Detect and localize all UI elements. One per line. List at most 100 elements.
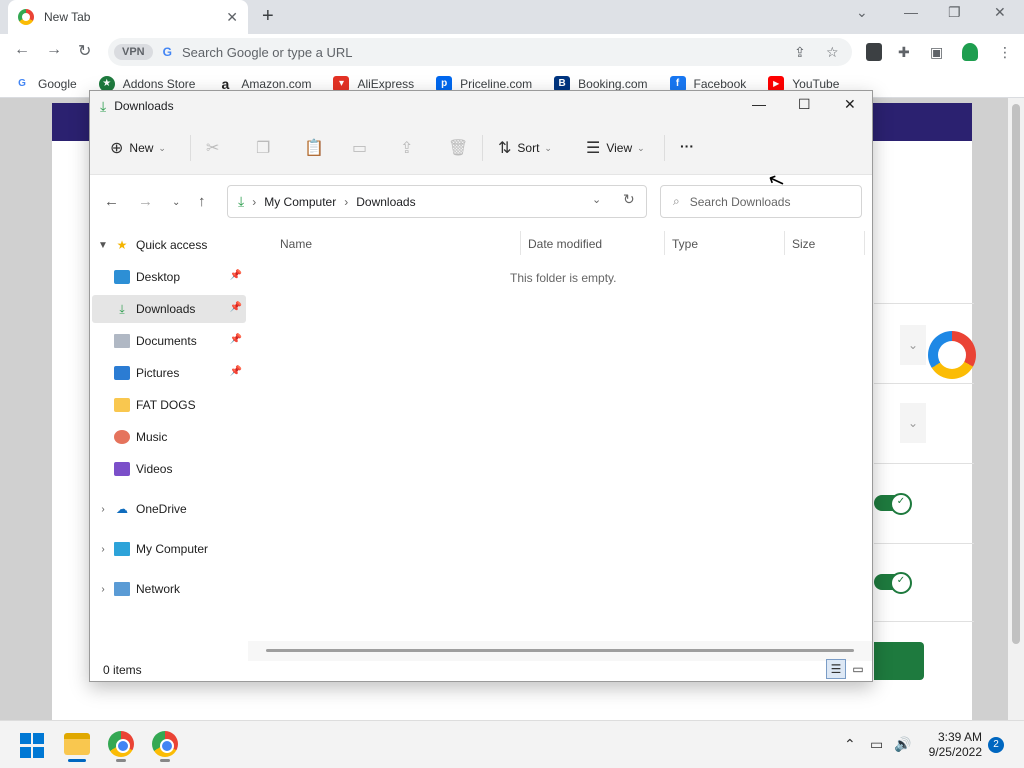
chevron-down-icon[interactable]: ⌄	[900, 325, 926, 365]
up-arrow-icon[interactable]: ↑	[198, 193, 206, 210]
forward-arrow-icon[interactable]: →	[46, 41, 62, 59]
vpn-badge[interactable]: VPN	[114, 44, 153, 60]
nav-music[interactable]: Music	[92, 423, 246, 451]
nav-desktop[interactable]: Desktop 📌	[92, 263, 246, 291]
recent-locations-chevron-icon[interactable]: ⌄	[172, 197, 180, 208]
star-icon: ★	[116, 238, 128, 252]
nav-documents[interactable]: Documents 📌	[92, 327, 246, 355]
search-input[interactable]: ⌕ Search Downloads	[660, 185, 862, 218]
bookmark-label: Addons Store	[122, 76, 196, 91]
new-tab-button[interactable]: +	[262, 5, 274, 28]
chevron-right-icon[interactable]: ›	[92, 504, 114, 515]
command-bar: ⊕ New ⌄ ✂ ❐ 📋 ▭ ⇪ 🗑 ⇅ Sort ⌄ ☰ View ⌄ ··…	[90, 121, 872, 175]
tab-strip: New Tab ✕ + ⌄ — ❐ ✕	[0, 0, 1024, 34]
chevron-up-icon[interactable]: ⌃	[844, 736, 856, 753]
new-button[interactable]: ⊕ New ⌄	[110, 138, 166, 158]
delete-button[interactable]: 🗑	[448, 138, 474, 158]
nav-my-computer[interactable]: › My Computer	[92, 535, 246, 563]
volume-icon[interactable]: 🔊	[894, 736, 911, 753]
minimize-icon[interactable]: —	[904, 4, 918, 20]
nav-fat-dogs[interactable]: FAT DOGS	[92, 391, 246, 419]
chevron-down-icon: ⌄	[544, 142, 552, 153]
menu-dots-icon[interactable]: ⋮	[998, 44, 1012, 61]
close-icon[interactable]: ✕	[844, 96, 856, 113]
notification-badge[interactable]: 2	[988, 737, 1004, 753]
navigation-pane: ▼ ★ Quick access Desktop 📌 ⤓ Downloads 📌…	[90, 231, 246, 641]
item-count: 0 items	[103, 663, 142, 677]
nav-onedrive[interactable]: › ☁ OneDrive	[92, 495, 246, 523]
start-button[interactable]	[20, 733, 46, 759]
sort-button[interactable]: ⇅ Sort ⌄	[498, 138, 552, 158]
column-type[interactable]: Type	[672, 237, 698, 251]
chevron-down-icon[interactable]: ⌄	[900, 403, 926, 443]
star-icon[interactable]: ☆	[826, 44, 839, 61]
toggle-switch[interactable]	[874, 572, 912, 594]
tiles-view-icon[interactable]: ▭	[848, 659, 868, 679]
sidebar-icon[interactable]: ▣	[930, 44, 943, 61]
search-placeholder: Search Downloads	[689, 194, 791, 209]
view-button[interactable]: ☰ View ⌄	[586, 138, 645, 158]
restore-icon[interactable]: ❐	[948, 4, 961, 21]
browser-logo-icon	[18, 9, 34, 25]
chevron-down-icon[interactable]: ▼	[92, 240, 114, 251]
share-icon[interactable]: ⇪	[794, 44, 806, 61]
nav-quick-access[interactable]: ▼ ★ Quick access	[92, 231, 246, 259]
puzzle-icon[interactable]: ✚	[898, 44, 910, 61]
taskbar: ⌃ ▭ 🔊 3:39 AM 9/25/2022 2	[0, 720, 1024, 768]
security-shield-icon[interactable]	[962, 43, 978, 61]
bookmark-google[interactable]: G Google	[14, 75, 77, 92]
more-options-button[interactable]: ···	[680, 138, 694, 154]
breadcrumb-chevron-icon[interactable]: ›	[252, 195, 256, 209]
chrome-taskbar-icon[interactable]	[108, 731, 134, 757]
nav-downloads[interactable]: ⤓ Downloads 📌	[92, 295, 246, 323]
scrollbar-thumb[interactable]	[1012, 104, 1020, 644]
copy-button[interactable]: ❐	[256, 138, 276, 158]
column-size[interactable]: Size	[792, 237, 815, 251]
page-action-button[interactable]	[874, 642, 924, 680]
chevron-down-icon[interactable]: ⌄	[856, 4, 868, 21]
maximize-icon[interactable]: ☐	[798, 96, 811, 113]
breadcrumb-chevron-icon[interactable]: ›	[344, 195, 348, 209]
back-arrow-icon[interactable]: ←	[14, 41, 30, 59]
breadcrumb-downloads[interactable]: Downloads	[356, 195, 415, 209]
google-icon: G	[14, 75, 30, 92]
secure-browser-taskbar-icon[interactable]	[152, 731, 178, 757]
cut-button[interactable]: ✂	[206, 138, 225, 158]
bookmark-label: Facebook	[693, 76, 747, 91]
minimize-icon[interactable]: —	[752, 96, 766, 112]
share-button[interactable]: ⇪	[400, 138, 419, 158]
address-bar[interactable]: ⤓ › My Computer › Downloads	[227, 185, 647, 218]
nav-pictures[interactable]: Pictures 📌	[92, 359, 246, 387]
address-dropdown-icon[interactable]: ⌄	[592, 193, 601, 206]
extension-shield-icon[interactable]	[866, 43, 882, 61]
close-window-icon[interactable]: ✕	[994, 4, 1006, 21]
google-icon: G	[162, 45, 172, 59]
explorer-title-bar[interactable]: ⤓ Downloads — ☐ ✕	[90, 91, 872, 121]
details-view-icon[interactable]: ☰	[826, 659, 846, 679]
omnibox[interactable]: VPN G Search Google or type a URL	[108, 38, 852, 66]
nav-videos[interactable]: Videos	[92, 455, 246, 483]
paste-button[interactable]: 📋	[304, 138, 330, 158]
reload-icon[interactable]: ↻	[78, 41, 91, 61]
rename-button[interactable]: ▭	[352, 138, 373, 158]
share-icon: ⇪	[400, 140, 414, 157]
forward-arrow-icon[interactable]: →	[138, 193, 153, 210]
network-icon[interactable]: ▭	[870, 736, 883, 753]
breadcrumb-my-computer[interactable]: My Computer	[264, 195, 336, 209]
refresh-icon[interactable]: ↻	[623, 191, 635, 208]
chevron-right-icon[interactable]: ›	[92, 584, 114, 595]
scrollbar-thumb[interactable]	[266, 649, 854, 652]
file-explorer-taskbar-icon[interactable]	[64, 733, 90, 755]
chevron-right-icon[interactable]: ›	[92, 544, 114, 555]
column-date-modified[interactable]: Date modified	[528, 237, 602, 251]
close-icon[interactable]: ✕	[226, 9, 238, 26]
app-logo-icon	[928, 331, 976, 379]
column-name[interactable]: Name	[280, 237, 312, 251]
system-clock[interactable]: 3:39 AM 9/25/2022	[922, 730, 982, 760]
back-arrow-icon[interactable]: ←	[104, 193, 119, 210]
plus-circle-icon: ⊕	[110, 140, 124, 157]
page-scrollbar[interactable]	[1008, 98, 1024, 720]
toggle-switch[interactable]	[874, 493, 912, 515]
tab-new-tab[interactable]: New Tab ✕	[8, 0, 248, 34]
nav-network[interactable]: › Network	[92, 575, 246, 603]
